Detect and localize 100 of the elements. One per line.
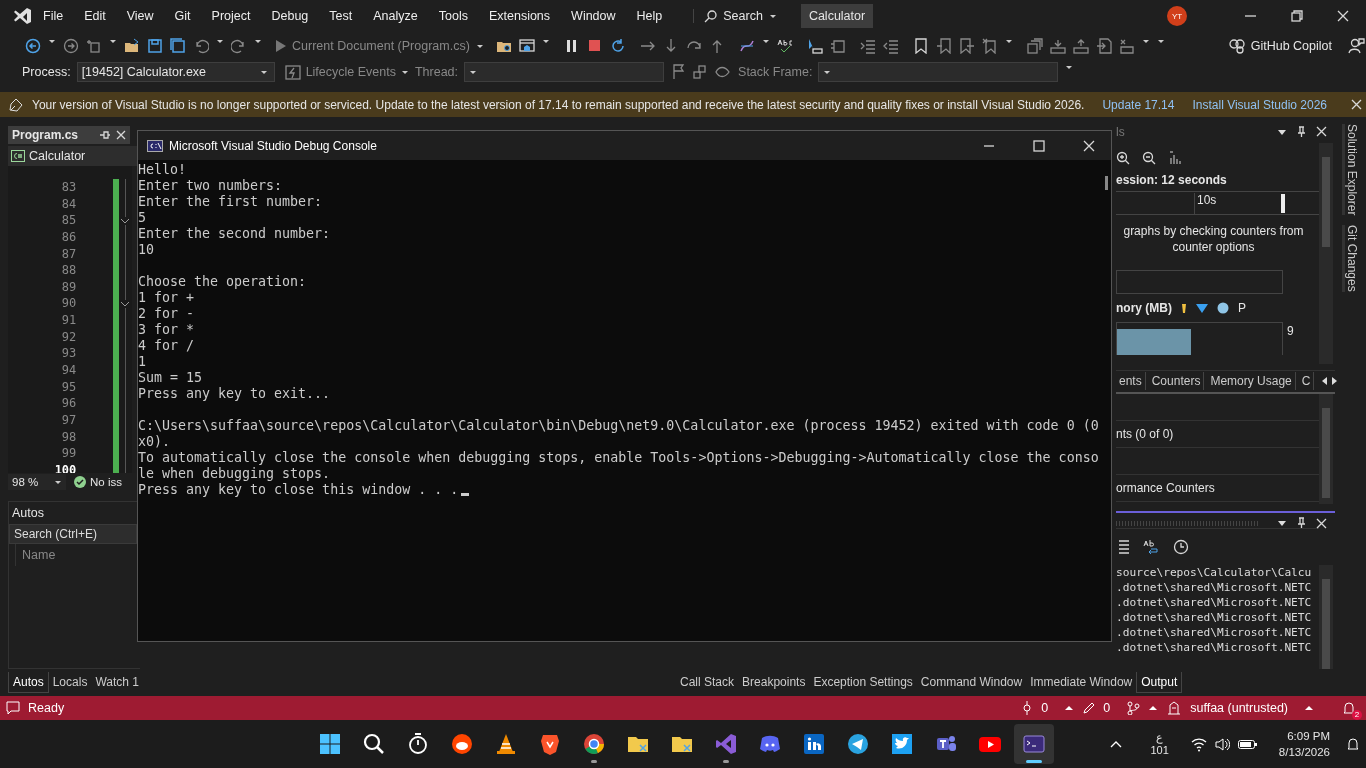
new-item-icon[interactable] bbox=[86, 38, 102, 54]
caret-up-icon[interactable] bbox=[1148, 704, 1159, 712]
tab[interactable]: Call Stack bbox=[676, 672, 739, 693]
scroll-left-icon[interactable] bbox=[1320, 376, 1329, 387]
taskbar-button[interactable] bbox=[1014, 724, 1054, 764]
info-link[interactable]: Update 17.14 bbox=[1102, 97, 1175, 112]
save-all-icon[interactable] bbox=[170, 38, 186, 54]
repository-icon[interactable] bbox=[1166, 701, 1183, 715]
process-dropdown[interactable]: [19452] Calculator.exe bbox=[76, 62, 275, 82]
redo-icon[interactable] bbox=[231, 38, 247, 54]
stack-icon[interactable] bbox=[1026, 38, 1043, 54]
menu-item[interactable]: Tools bbox=[438, 9, 468, 23]
menu-item[interactable]: Extensions bbox=[488, 9, 551, 23]
tab[interactable]: ents bbox=[1116, 372, 1146, 391]
chart-icon[interactable] bbox=[1168, 151, 1182, 166]
open-folder-icon[interactable] bbox=[124, 38, 140, 54]
tab[interactable]: C bbox=[1298, 372, 1315, 391]
tab[interactable]: Locals bbox=[48, 672, 92, 693]
caret-icon[interactable] bbox=[1277, 519, 1287, 528]
caret-up-icon[interactable] bbox=[1064, 704, 1075, 712]
side-tab[interactable]: Solution Explorer bbox=[1342, 124, 1359, 216]
bookmark-previous-icon[interactable] bbox=[935, 38, 952, 54]
scrollbar[interactable] bbox=[1319, 565, 1333, 669]
stop-icon[interactable] bbox=[586, 38, 603, 54]
repository-name[interactable]: suffaa (untrusted) bbox=[1190, 701, 1288, 715]
scrollbar[interactable] bbox=[1319, 393, 1333, 504]
tab[interactable]: Exception Settings bbox=[809, 672, 917, 693]
threads-icon[interactable] bbox=[693, 64, 708, 80]
search-field[interactable]: Search (Ctrl+E) bbox=[9, 524, 137, 544]
clock-icon[interactable] bbox=[1173, 538, 1189, 555]
menu-item[interactable]: Help bbox=[636, 9, 663, 23]
word-wrap-icon[interactable] bbox=[1143, 538, 1159, 555]
menu-item[interactable]: View bbox=[126, 9, 154, 23]
tab[interactable]: Watch 1 bbox=[91, 672, 143, 693]
document-tab[interactable]: Program.cs bbox=[8, 126, 130, 144]
search-button[interactable]: Search bbox=[693, 9, 777, 23]
issues-indicator[interactable]: No iss bbox=[74, 476, 122, 488]
side-tab[interactable]: Git Changes bbox=[1342, 225, 1359, 293]
back-icon[interactable] bbox=[25, 38, 41, 54]
close-icon[interactable] bbox=[1351, 99, 1362, 110]
lifecycle-events-button[interactable]: Lifecycle Events bbox=[284, 64, 409, 80]
spell-check-icon[interactable] bbox=[776, 38, 793, 54]
project-dropdown[interactable]: Calculator bbox=[8, 146, 140, 166]
menu-item[interactable]: Edit bbox=[84, 9, 106, 23]
tab[interactable]: Counters bbox=[1148, 372, 1205, 391]
bell-icon[interactable] bbox=[1342, 701, 1356, 715]
hot-reload-icon[interactable] bbox=[738, 38, 755, 54]
indent-icon[interactable] bbox=[859, 38, 876, 54]
zoom-dropdown[interactable]: 98 % bbox=[8, 474, 66, 490]
menu-item[interactable]: File bbox=[43, 9, 64, 23]
menu-item[interactable]: Analyze bbox=[373, 9, 418, 23]
menu-item[interactable]: Git bbox=[174, 9, 191, 23]
zoom-in-icon[interactable] bbox=[1116, 151, 1130, 166]
save-icon[interactable] bbox=[147, 38, 163, 54]
maximize-icon[interactable] bbox=[1033, 139, 1045, 152]
close-icon[interactable] bbox=[1083, 139, 1095, 152]
menu-item[interactable]: Window bbox=[571, 9, 616, 23]
tab[interactable]: Immediate Window bbox=[1026, 672, 1137, 693]
run-button[interactable]: Current Document (Program.cs) bbox=[274, 39, 484, 53]
bookmark-next-icon[interactable] bbox=[958, 38, 975, 54]
window-icon[interactable] bbox=[518, 38, 535, 54]
feedback-icon[interactable] bbox=[1348, 38, 1365, 54]
caret-up-icon[interactable] bbox=[1304, 704, 1314, 712]
align-icon[interactable] bbox=[1049, 38, 1066, 54]
solution-name[interactable]: Calculator bbox=[800, 4, 874, 28]
close-icon[interactable] bbox=[1337, 10, 1349, 22]
menu-item[interactable]: Debug bbox=[271, 9, 309, 23]
align-icon[interactable] bbox=[1072, 38, 1089, 54]
menu-item[interactable]: Test bbox=[329, 9, 353, 23]
tab[interactable]: Memory Usage bbox=[1207, 372, 1296, 391]
undo-icon[interactable] bbox=[193, 38, 209, 54]
pin-icon[interactable] bbox=[99, 130, 110, 140]
caret-icon[interactable] bbox=[1277, 127, 1287, 136]
pin-icon[interactable] bbox=[1296, 517, 1307, 530]
wifi-icon[interactable] bbox=[1190, 736, 1207, 752]
restart-icon[interactable] bbox=[609, 38, 626, 54]
branch-icon[interactable] bbox=[1126, 701, 1141, 715]
forward-icon[interactable] bbox=[63, 38, 79, 54]
avatar[interactable]: YT bbox=[1167, 6, 1187, 26]
volume-icon[interactable] bbox=[1214, 736, 1230, 752]
clock[interactable]: 6:09 PM 8/13/2026 bbox=[1278, 728, 1330, 760]
scrollbar[interactable] bbox=[1319, 143, 1333, 364]
tab[interactable]: Autos bbox=[8, 672, 49, 693]
close-icon[interactable] bbox=[116, 130, 126, 140]
tab[interactable]: Command Window bbox=[916, 672, 1027, 693]
close-icon[interactable] bbox=[1316, 518, 1327, 529]
pencil-icon[interactable] bbox=[1082, 701, 1096, 715]
flag-icon[interactable] bbox=[671, 64, 686, 80]
grid-icon[interactable] bbox=[1118, 38, 1135, 54]
clear-list-icon[interactable] bbox=[1118, 538, 1129, 555]
cursor-icon[interactable] bbox=[806, 38, 823, 54]
tab[interactable]: Output bbox=[1136, 672, 1183, 693]
restore-icon[interactable] bbox=[1291, 10, 1303, 22]
menu-item[interactable]: Project bbox=[211, 9, 251, 23]
timeline-marker[interactable] bbox=[1281, 194, 1285, 214]
zoom-out-icon[interactable] bbox=[1142, 151, 1156, 166]
copilot-button[interactable]: GitHub Copilot bbox=[1228, 38, 1332, 54]
info-link[interactable]: Install Visual Studio 2026 bbox=[1192, 97, 1327, 112]
commit-icon[interactable] bbox=[1021, 701, 1034, 715]
outdent-icon[interactable] bbox=[882, 38, 899, 54]
